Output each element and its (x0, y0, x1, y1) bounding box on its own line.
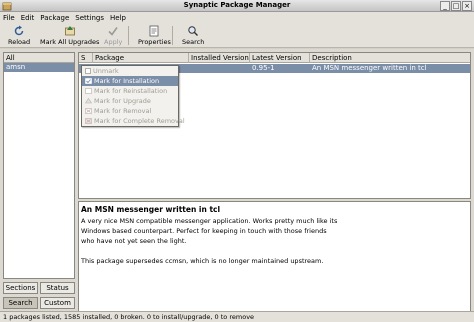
filter-list: All amsn (3, 52, 75, 279)
details-line: This package supersedes ccmsn, which is … (81, 257, 324, 265)
search-filter-button[interactable]: Search (3, 297, 38, 309)
menu-item-unmark[interactable]: Unmark (82, 66, 178, 76)
menu-item-mark-for-removal[interactable]: Mark for Removal (82, 106, 178, 116)
details-line: A very nice MSN compatible messenger app… (81, 217, 338, 225)
details-line: who have not yet seen the light. (81, 237, 187, 245)
row-latest-version: 0.95-1 (252, 64, 275, 72)
apply-checkmark-icon (108, 27, 118, 36)
checkbox-icon (85, 68, 91, 74)
apply-label: Apply (104, 38, 123, 46)
toolbar-separator (172, 26, 173, 45)
mark-all-upgrades-label: Mark All Upgrades (40, 38, 100, 46)
menu-item-label: Unmark (93, 67, 119, 75)
status-button[interactable]: Status (40, 282, 75, 294)
close-button[interactable]: × (462, 1, 472, 11)
filter-list-header[interactable]: All (4, 53, 74, 63)
minimize-button[interactable]: _ (440, 1, 450, 11)
menu-settings[interactable]: Settings (75, 14, 104, 22)
column-status[interactable]: S (79, 53, 93, 63)
custom-button[interactable]: Custom (40, 297, 75, 309)
remove-icon (85, 108, 92, 114)
properties-icon (150, 25, 159, 37)
column-latest-version[interactable]: Latest Version (250, 53, 310, 63)
search-button[interactable]: Search (182, 25, 204, 47)
details-title: An MSN messenger written in tcl (81, 205, 221, 214)
toolbar: Reload Mark All Upgrades Apply Propertie… (0, 23, 474, 48)
menu-package[interactable]: Package (40, 14, 69, 22)
package-details: An MSN messenger written in tcl A very n… (78, 201, 471, 322)
context-menu: Unmark Mark for Installation Mark for Re… (81, 65, 185, 127)
column-package[interactable]: Package (93, 53, 189, 63)
status-bar: 1 packages listed, 1585 installed, 0 bro… (0, 311, 474, 322)
menu-file[interactable]: File (3, 14, 15, 22)
column-installed-version[interactable]: Installed Version (189, 53, 250, 63)
reinstall-icon (85, 88, 92, 94)
menu-help[interactable]: Help (110, 14, 126, 22)
details-line (81, 246, 468, 256)
menu-edit[interactable]: Edit (21, 14, 35, 22)
menu-item-mark-for-upgrade[interactable]: Mark for Upgrade (82, 96, 178, 106)
menu-item-mark-for-installation[interactable]: Mark for Installation (82, 76, 178, 86)
menu-item-label: Mark for Installation (94, 77, 160, 85)
reload-button[interactable]: Reload (8, 25, 30, 47)
reload-label: Reload (8, 38, 31, 46)
reload-icon (14, 25, 24, 36)
complete-removal-icon (85, 118, 92, 124)
menu-item-label: Mark for Reinstallation (94, 87, 168, 95)
properties-label: Properties (138, 38, 171, 46)
search-icon (188, 26, 199, 36)
maximize-button[interactable]: □ (451, 1, 461, 11)
main-area: All amsn Sections Status Search Custom S… (0, 49, 474, 322)
row-installed-version (189, 64, 250, 73)
apply-button[interactable]: Apply (104, 25, 122, 47)
mark-all-upgrades-button[interactable]: Mark All Upgrades (40, 25, 99, 47)
column-description[interactable]: Description (310, 53, 470, 63)
package-list-header: S Package Installed Version Latest Versi… (79, 53, 470, 63)
search-label: Search (182, 38, 205, 46)
window-title: Synaptic Package Manager (183, 1, 291, 9)
details-line: Windows based counterpart. Perfect for k… (81, 227, 327, 235)
title-bar[interactable]: Synaptic Package Manager _ □ × (0, 0, 474, 12)
sections-button[interactable]: Sections (3, 282, 38, 294)
properties-button[interactable]: Properties (138, 25, 171, 47)
row-description: An MSN messenger written in tcl (312, 64, 427, 72)
menu-item-mark-for-reinstallation[interactable]: Mark for Reinstallation (82, 86, 178, 96)
install-icon (85, 78, 92, 84)
toolbar-separator (128, 26, 129, 45)
menu-item-label: Mark for Upgrade (94, 97, 151, 105)
menu-item-label: Mark for Complete Removal (94, 117, 185, 125)
menu-item-mark-for-complete-removal[interactable]: Mark for Complete Removal (82, 116, 185, 126)
menu-item-label: Mark for Removal (94, 107, 152, 115)
menu-bar: File Edit Package Settings Help (0, 12, 474, 23)
filter-item-amsn[interactable]: amsn (4, 63, 74, 72)
upgrade-icon (64, 26, 75, 36)
upgrade-icon (85, 98, 92, 104)
